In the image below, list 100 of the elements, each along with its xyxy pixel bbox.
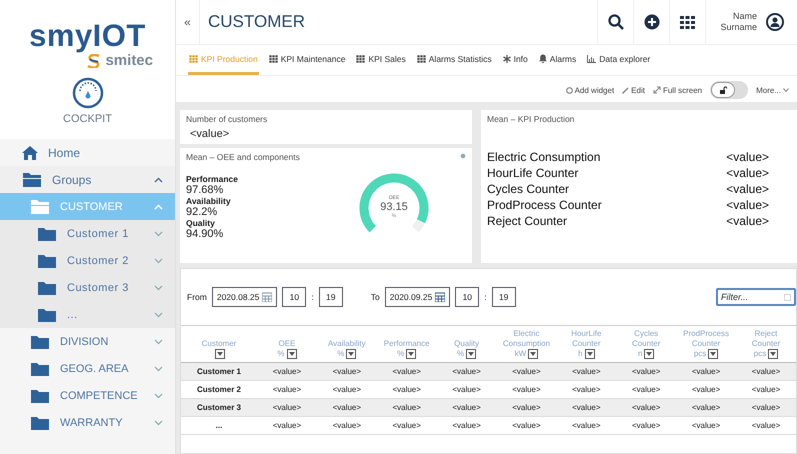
grid-icon [268, 54, 278, 62]
pencil-icon [622, 86, 630, 94]
table-cell: <value> [376, 398, 437, 417]
tab[interactable]: KPI Maintenance [268, 45, 346, 75]
kpi-label: Reject Counter [487, 214, 568, 229]
user-name: Name [732, 11, 757, 22]
kpi-value: <value> [726, 150, 769, 165]
filter-icon[interactable] [708, 349, 718, 359]
table-cell: <value> [676, 416, 736, 435]
tree-item-label: Home [48, 146, 82, 160]
kpi-label: HourLife Counter [487, 166, 580, 181]
table-cell: <value> [736, 416, 796, 435]
tab[interactable]: Data explorer [586, 45, 652, 75]
toolbar-action[interactable]: Edit [622, 86, 645, 94]
tree-item-label: Groups [52, 172, 92, 186]
unlock-icon [719, 86, 728, 94]
folder-icon [30, 360, 50, 377]
tree-item[interactable]: Customer 3 [0, 274, 175, 301]
swirl-icon [86, 54, 102, 68]
hour-field[interactable]: 10 [282, 287, 306, 307]
metric-label: Availability [186, 196, 232, 206]
tree-item[interactable]: Customer 1 [0, 220, 175, 247]
table-cell: <value> [496, 362, 556, 381]
folder-icon [37, 279, 57, 296]
filter-icon[interactable] [768, 349, 778, 359]
gauge-value: 93.15 [380, 200, 408, 212]
tree-item-label: CUSTOMER [60, 200, 124, 212]
tree-item[interactable]: COMPETENCE [0, 382, 175, 409]
brand-logo: smyIOT [29, 20, 146, 52]
range-label: To [370, 292, 380, 302]
table-cell: <value> [316, 398, 377, 417]
table-cell: <value> [376, 416, 437, 435]
range-label: From [187, 292, 207, 302]
filter-icon[interactable] [584, 349, 595, 359]
filter-icon[interactable] [528, 349, 538, 359]
tab[interactable]: Alarms Statistics [416, 45, 493, 75]
filter-icon[interactable] [346, 349, 356, 359]
tree-item-label: Customer 1 [67, 228, 130, 240]
table-cell: <value> [616, 416, 676, 435]
tab[interactable]: KPI Sales [355, 45, 407, 75]
row-name: Customer 3 [181, 398, 257, 417]
filter-icon[interactable] [215, 349, 225, 359]
lock-toggle[interactable] [710, 81, 748, 99]
tree-item-label: ... [67, 308, 79, 320]
date-field[interactable]: 2020.08.25 [212, 287, 278, 307]
folder-icon [30, 198, 50, 215]
metric-value: 94.90% [186, 228, 224, 240]
tree-item-label: GEOG. AREA [60, 362, 130, 374]
toolbar-action[interactable]: Add widget [566, 86, 614, 94]
filter-icon[interactable] [406, 349, 416, 359]
folder-icon [30, 333, 50, 350]
tab[interactable]: Info [502, 45, 529, 75]
tree-item[interactable]: GEOG. AREA [0, 355, 175, 382]
apps-grid-icon [680, 16, 696, 28]
tree-item-label: DIVISION [60, 336, 110, 348]
more-menu[interactable]: More... [756, 86, 789, 94]
row-name: ... [181, 416, 257, 435]
widget-title: Number of customers [186, 114, 268, 124]
tree-item[interactable]: Home [0, 139, 175, 166]
metric-value: 92.2% [186, 206, 218, 218]
table-cell: <value> [556, 416, 616, 435]
tree-item[interactable]: Customer 2 [0, 247, 175, 274]
tree-item[interactable]: Groups [0, 166, 175, 193]
metric-value: 97.68% [186, 184, 224, 196]
minute-field[interactable]: 19 [492, 287, 516, 307]
tree-item-label: COMPETENCE [60, 390, 139, 402]
plus-circle-icon [644, 14, 660, 30]
kpi-value: <value> [726, 166, 769, 181]
kpi-value: <value> [726, 198, 769, 213]
user-surname: Surname [720, 22, 757, 33]
toolbar-action[interactable]: Full screen [652, 86, 702, 94]
row-name: Customer 1 [181, 362, 257, 381]
filter-icon[interactable] [466, 349, 476, 359]
grid-icon [189, 54, 198, 62]
table-cell: <value> [436, 398, 496, 417]
table-cell: <value> [616, 362, 676, 381]
tree-item[interactable]: ... [0, 301, 175, 328]
tree-item-label: Customer 2 [67, 254, 130, 266]
hour-field[interactable]: 10 [455, 287, 480, 307]
collapse-button[interactable]: « [176, 0, 200, 44]
kpi-label: Cycles Counter [487, 182, 570, 197]
folder-icon [30, 387, 50, 404]
table-cell: <value> [496, 416, 556, 435]
filter-icon[interactable] [286, 349, 296, 359]
tab[interactable]: Alarms [538, 45, 578, 75]
kpi-value: <value> [726, 214, 769, 229]
tree-item[interactable]: WARRANTY [0, 409, 175, 436]
calendar-icon[interactable] [435, 292, 446, 302]
caret-up-icon[interactable] [154, 176, 163, 182]
filter-field[interactable]: Filter... [716, 288, 796, 306]
tree-item[interactable]: DIVISION [0, 328, 175, 355]
time-separator: : [311, 292, 314, 302]
calendar-icon[interactable] [262, 292, 272, 302]
filter-input[interactable]: Filter... [721, 292, 784, 302]
minute-field[interactable]: 19 [318, 287, 343, 307]
date-field[interactable]: 2020.09.25 [384, 287, 450, 307]
filter-icon[interactable] [644, 349, 654, 359]
speedometer-icon [72, 77, 104, 109]
widget-value: <value> [190, 128, 230, 140]
metric-label: Performance [186, 174, 239, 184]
